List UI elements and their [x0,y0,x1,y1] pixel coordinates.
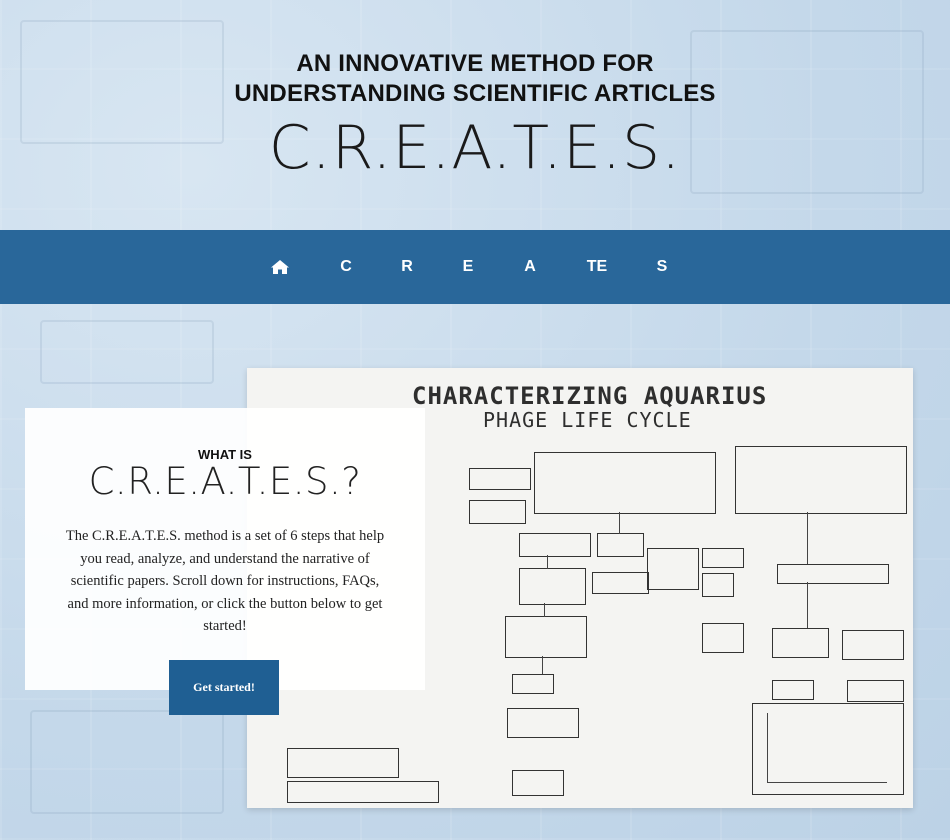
background-sketch [40,320,214,384]
nav-home-button[interactable] [260,230,300,304]
plot-axis [767,782,887,784]
nav-item-a[interactable]: A [510,230,550,304]
get-started-button[interactable]: Get started! [169,660,279,715]
flowchart-box [519,568,586,605]
nav-item-s[interactable]: S [642,230,682,304]
flowchart-box [772,628,829,658]
flowchart-box [772,680,814,700]
flowchart-box [702,573,734,597]
flowchart-box [702,548,744,568]
flowchart-box [512,674,554,694]
intro-card: WHAT IS C.R.E.A.T.E.S.? The C.R.E.A.T.E.… [25,408,425,715]
hero-tagline-line2: UNDERSTANDING SCIENTIFIC ARTICLES [234,80,716,107]
flowchart-arrow [542,656,544,674]
flowchart-box [592,572,649,594]
plot-axis [767,713,769,783]
nav-item-r[interactable]: R [387,230,427,304]
flowchart-box [505,616,587,658]
flowchart-box [507,708,579,738]
poster-title: CHARACTERIZING AQUARIUS [412,382,768,410]
flowchart-box [469,468,531,490]
flowchart-box [512,770,564,796]
background-sketch [30,710,224,814]
flowchart-box [534,452,716,514]
hero-tagline-line1: AN INNOVATIVE METHOD FOR [296,50,654,77]
hero-header: AN INNOVATIVE METHOD FOR UNDERSTANDING S… [0,0,950,230]
flowchart-box [842,630,904,660]
poster-subtitle: PHAGE LIFE CYCLE [483,408,692,432]
home-icon [270,260,290,279]
flowchart-box [597,533,644,557]
flowchart-box [519,533,591,557]
card-description: The C.R.E.A.T.E.S. method is a set of 6 … [65,528,385,634]
flowchart-box [469,500,526,524]
flowchart-box [847,680,904,702]
nav-item-c[interactable]: C [326,230,366,304]
nav-item-e[interactable]: E [448,230,488,304]
nav-item-te[interactable]: TE [577,230,617,304]
flowchart-box [647,548,699,590]
flowchart-box [777,564,889,584]
flowchart-arrow [807,582,809,628]
flowchart-arrow [619,512,621,534]
main-nav: C R E A TE S [0,230,950,304]
hero-acronym: C.R.E.A.T.E.S. [268,113,682,183]
flowchart-arrow [807,512,809,564]
flowchart-box [702,623,744,653]
flowchart-box [287,748,399,778]
flowchart-arrow [547,555,549,569]
flowchart-arrow [544,603,546,617]
flowchart-box [735,446,907,514]
card-title: C.R.E.A.T.E.S.? [88,460,362,503]
flowchart-box [287,781,439,803]
